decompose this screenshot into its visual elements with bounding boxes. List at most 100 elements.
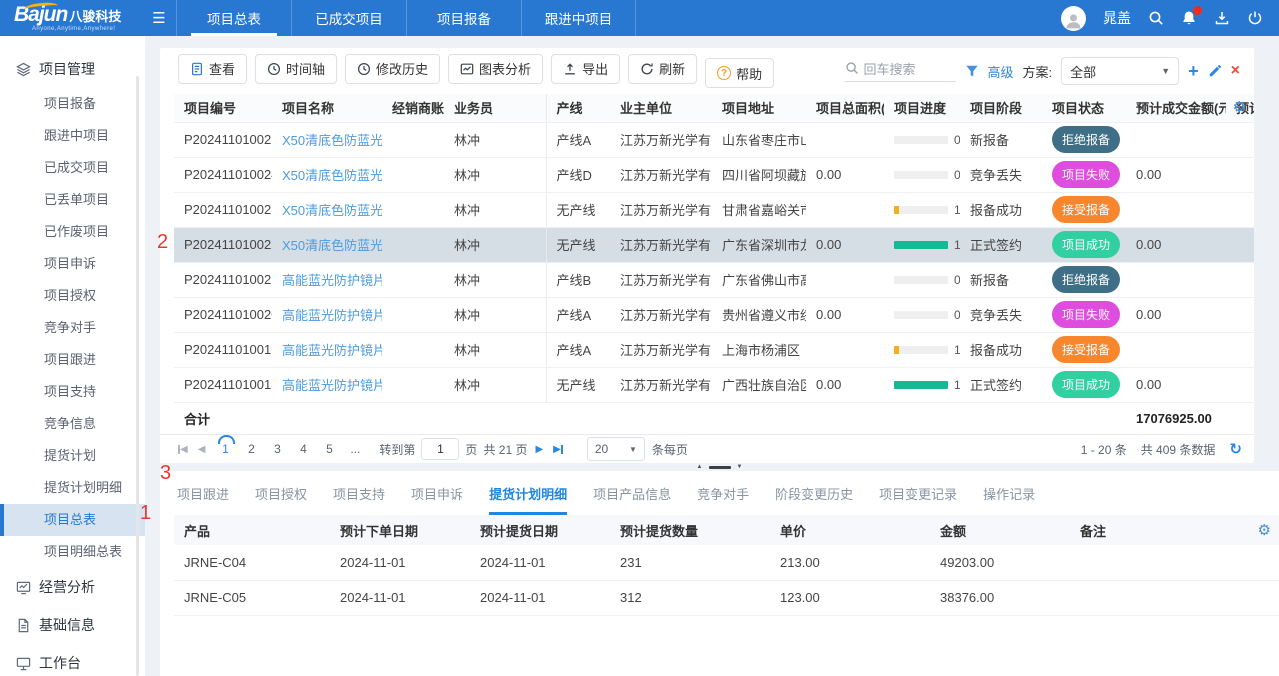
delete-scheme-button[interactable]: × [1231, 63, 1240, 79]
column-header[interactable]: 项目总面积(㎡) [806, 94, 884, 122]
collapse-up-icon[interactable]: ▲ [697, 464, 703, 470]
page-number[interactable]: 4 [293, 442, 313, 456]
column-header[interactable]: 经销商账号 [382, 94, 444, 122]
toolbar-button-刷新[interactable]: 刷新 [628, 54, 697, 84]
sidebar-item[interactable]: 竞争对手 [0, 312, 145, 344]
page-size-select[interactable]: 20 ▼ [587, 437, 645, 461]
page-number[interactable]: 2 [241, 442, 261, 456]
sidebar-item[interactable]: 竞争信息 [0, 408, 145, 440]
column-header[interactable]: 业主单位 [610, 94, 712, 122]
prev-page-button[interactable]: ◀ [198, 444, 206, 455]
detail-tab[interactable]: 提货计划明细 [489, 484, 567, 515]
project-name-link[interactable]: 高能蓝光防护镜片采购... [282, 343, 382, 358]
search-input[interactable] [864, 62, 956, 77]
avatar[interactable] [1061, 6, 1086, 31]
sidebar-item[interactable]: 提货计划明细 [0, 472, 145, 504]
sidebar-item[interactable]: 跟进中项目 [0, 120, 145, 152]
table-row[interactable]: P202411010018高能蓝光防护镜片采购...林冲无产线江苏万新光学有..… [174, 367, 1254, 402]
project-name-link[interactable]: X50清底色防蓝光镜片... [282, 168, 382, 183]
detail-table-row[interactable]: JRNE-C052024-11-012024-11-01312123.00383… [174, 580, 1279, 615]
add-scheme-button[interactable]: + [1188, 62, 1199, 80]
hamburger-menu-icon[interactable]: ☰ [142, 0, 176, 36]
sidebar-group[interactable]: 工作台 [0, 644, 145, 676]
status-badge[interactable]: 接受报备 [1052, 196, 1120, 223]
detail-tab[interactable]: 竞争对手 [697, 484, 749, 515]
status-badge[interactable]: 拒绝报备 [1052, 266, 1120, 293]
nav-tab[interactable]: 项目报备 [406, 0, 521, 36]
sidebar-item[interactable]: 项目申诉 [0, 248, 145, 280]
page-number[interactable]: 5 [319, 442, 339, 456]
sidebar-item[interactable]: 项目总表 [0, 504, 145, 536]
user-name[interactable]: 晁盖 [1103, 8, 1131, 28]
detail-tab[interactable]: 项目申诉 [411, 484, 463, 515]
edit-pencil-icon[interactable] [1208, 64, 1222, 78]
status-badge[interactable]: 拒绝报备 [1052, 126, 1120, 153]
table-row[interactable]: P202411010025X50清底色防蓝光镜片...林冲产线A江苏万新光学有.… [174, 122, 1254, 157]
goto-page-input[interactable] [421, 438, 459, 460]
power-icon[interactable] [1247, 10, 1263, 26]
table-row[interactable]: P202411010019高能蓝光防护镜片采购...林冲产线A江苏万新光学有..… [174, 332, 1254, 367]
project-name-link[interactable]: X50清底色防蓝光镜片... [282, 238, 382, 253]
status-badge[interactable]: 接受报备 [1052, 336, 1120, 363]
detail-column-header[interactable]: 预计下单日期 [330, 515, 470, 545]
nav-tab[interactable]: 已成交项目 [291, 0, 406, 36]
sidebar-item[interactable]: 项目授权 [0, 280, 145, 312]
detail-column-header[interactable]: 金额 [930, 515, 1070, 545]
sidebar-item[interactable]: 项目跟进 [0, 344, 145, 376]
sidebar-item[interactable]: 项目明细总表 [0, 536, 145, 568]
sidebar-item[interactable]: 已作废项目 [0, 216, 145, 248]
bell-icon[interactable] [1181, 10, 1197, 26]
project-name-link[interactable]: 高能蓝光防护镜片采购... [282, 308, 382, 323]
detail-column-header[interactable]: 预计提货日期 [470, 515, 610, 545]
toolbar-button-查看[interactable]: 查看 [178, 54, 247, 84]
toolbar-button-修改历史[interactable]: 修改历史 [345, 54, 440, 84]
column-header[interactable]: 项目状态 [1042, 94, 1126, 122]
download-icon[interactable] [1214, 10, 1230, 26]
nav-tab[interactable]: 跟进中项目 [521, 0, 636, 36]
project-name-link[interactable]: X50清底色防蓝光镜片... [282, 133, 382, 148]
status-badge[interactable]: 项目成功 [1052, 231, 1120, 258]
last-page-button[interactable]: ▶ [553, 444, 563, 455]
column-header[interactable]: 业务员 [444, 94, 546, 122]
scheme-select[interactable]: 全部 ▼ [1061, 57, 1179, 85]
toolbar-button-导出[interactable]: 导出 [551, 54, 620, 84]
column-header[interactable]: 项目进度 [884, 94, 960, 122]
detail-tab[interactable]: 阶段变更历史 [775, 484, 853, 515]
column-header[interactable]: 项目名称 [272, 94, 382, 122]
sidebar-item[interactable]: 项目报备 [0, 88, 145, 120]
nav-tab[interactable]: 项目总表 [176, 0, 291, 36]
detail-column-header[interactable]: 单价 [770, 515, 930, 545]
refresh-icon[interactable]: ↻ [1229, 440, 1242, 458]
next-page-button[interactable]: ▶ [535, 444, 543, 455]
detail-tab[interactable]: 操作记录 [983, 484, 1035, 515]
column-header[interactable]: 产线 [546, 94, 610, 122]
sidebar-group-project-management[interactable]: 项目管理 [0, 50, 145, 88]
column-settings-gear-icon[interactable]: ⚙ [1233, 100, 1246, 115]
expand-down-icon[interactable]: ▼ [737, 464, 743, 470]
project-name-link[interactable]: 高能蓝光防护镜片采购... [282, 273, 382, 288]
status-badge[interactable]: 项目失败 [1052, 161, 1120, 188]
sidebar-item[interactable]: 已成交项目 [0, 152, 145, 184]
table-row[interactable]: P202411010024X50清底色防蓝光镜片...林冲产线D江苏万新光学有.… [174, 157, 1254, 192]
detail-tab[interactable]: 项目跟进 [177, 484, 229, 515]
detail-column-header[interactable]: 产品 [174, 515, 330, 545]
sidebar-item[interactable]: 项目支持 [0, 376, 145, 408]
column-header[interactable]: 项目地址 [712, 94, 806, 122]
column-header[interactable]: 预计成交金额(元) [1126, 94, 1226, 122]
table-row[interactable]: P202411010021高能蓝光防护镜片采购...林冲产线B江苏万新光学有..… [174, 262, 1254, 297]
toolbar-button-时间轴[interactable]: 时间轴 [255, 54, 337, 84]
search-icon[interactable] [1148, 10, 1164, 26]
project-name-link[interactable]: X50清底色防蓝光镜片... [282, 203, 382, 218]
page-number[interactable]: 3 [267, 442, 287, 456]
status-badge[interactable]: 项目成功 [1052, 371, 1120, 398]
detail-tab[interactable]: 项目授权 [255, 484, 307, 515]
detail-tab[interactable]: 项目产品信息 [593, 484, 671, 515]
detail-tab[interactable]: 项目变更记录 [879, 484, 957, 515]
advanced-search-link[interactable]: 高级 [988, 62, 1014, 81]
first-page-button[interactable]: ◀ [178, 444, 188, 455]
column-header[interactable]: 项目编号 [174, 94, 272, 122]
filter-funnel-icon[interactable] [965, 64, 979, 78]
detail-table-row[interactable]: JRNE-C042024-11-012024-11-01231213.00492… [174, 545, 1279, 580]
sidebar-item[interactable]: 已丢单项目 [0, 184, 145, 216]
detail-column-header[interactable]: 预计提货数量 [610, 515, 770, 545]
